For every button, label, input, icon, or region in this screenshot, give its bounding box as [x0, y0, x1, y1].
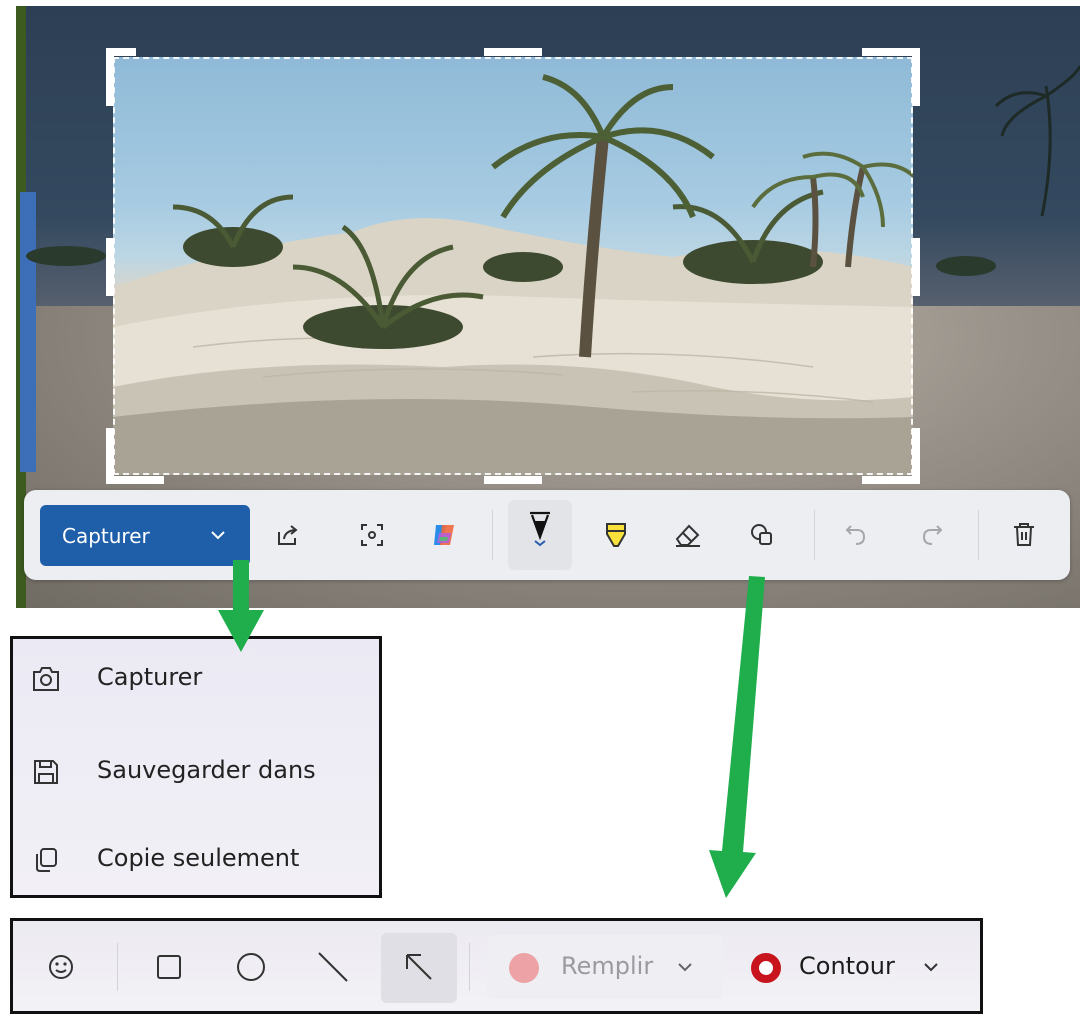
save-icon	[29, 755, 63, 789]
eraser-icon[interactable]	[668, 515, 708, 555]
toolbar-separator	[978, 510, 979, 560]
annotation-arrow-shapes-toolbar	[709, 576, 765, 898]
captured-photo	[113, 57, 913, 475]
resize-handle-top-right[interactable]	[912, 48, 920, 106]
fill-button[interactable]: Remplir	[487, 935, 723, 999]
shapes-toolbar: Remplir Contour	[10, 918, 983, 1014]
camera-icon	[29, 662, 63, 696]
menu-item-label: Capturer	[97, 663, 203, 691]
menu-item-copy-only[interactable]: Copie seulement	[13, 823, 379, 903]
resize-handle-bottom[interactable]	[484, 476, 542, 484]
text-extract-icon[interactable]	[352, 515, 392, 555]
menu-item-label: Sauvegarder dans	[97, 756, 316, 784]
chevron-down-icon	[924, 963, 938, 972]
snipping-toolbar: Capturer	[24, 490, 1070, 580]
resize-handle-top[interactable]	[484, 48, 542, 56]
menu-item-save-to[interactable]: Sauvegarder dans	[13, 732, 379, 812]
resize-handle-left[interactable]	[106, 238, 114, 296]
circle-icon[interactable]	[231, 947, 271, 987]
delete-icon[interactable]	[1004, 515, 1044, 555]
capture-button-label: Capturer	[62, 524, 150, 548]
chevron-down-icon[interactable]	[208, 525, 228, 545]
arrow-icon[interactable]	[399, 947, 439, 987]
capture-dropdown-menu: Capturer Sauvegarder dans Copie seulemen…	[10, 636, 382, 898]
contour-color-swatch	[751, 953, 781, 983]
resize-handle-bottom-right[interactable]	[912, 428, 920, 484]
highlighter-icon[interactable]	[596, 515, 636, 555]
fill-color-swatch	[509, 953, 539, 983]
copilot-icon[interactable]	[424, 515, 464, 555]
menu-item-capture[interactable]: Capturer	[13, 639, 379, 719]
undo-icon[interactable]	[836, 515, 876, 555]
contour-label: Contour	[799, 952, 895, 980]
shapes-icon[interactable]	[742, 515, 782, 555]
capture-button[interactable]: Capturer	[40, 505, 250, 566]
toolbar-separator	[814, 510, 815, 560]
resize-handle-bottom-left[interactable]	[106, 476, 164, 484]
resize-handle-right[interactable]	[912, 238, 920, 296]
copy-icon	[29, 843, 63, 877]
resize-handle-top-left[interactable]	[106, 48, 114, 106]
share-icon[interactable]	[268, 515, 308, 555]
line-icon[interactable]	[313, 947, 353, 987]
redo-icon[interactable]	[912, 515, 952, 555]
chevron-down-icon	[678, 963, 692, 972]
menu-item-label: Copie seulement	[97, 844, 300, 872]
fill-label: Remplir	[561, 952, 654, 980]
rectangle-icon[interactable]	[149, 947, 189, 987]
toolbar-separator	[117, 943, 118, 991]
toolbar-separator	[492, 510, 493, 560]
contour-button[interactable]: Contour	[747, 935, 967, 999]
pen-icon[interactable]	[520, 508, 560, 548]
emoji-icon[interactable]	[41, 947, 81, 987]
toolbar-separator	[469, 943, 470, 991]
